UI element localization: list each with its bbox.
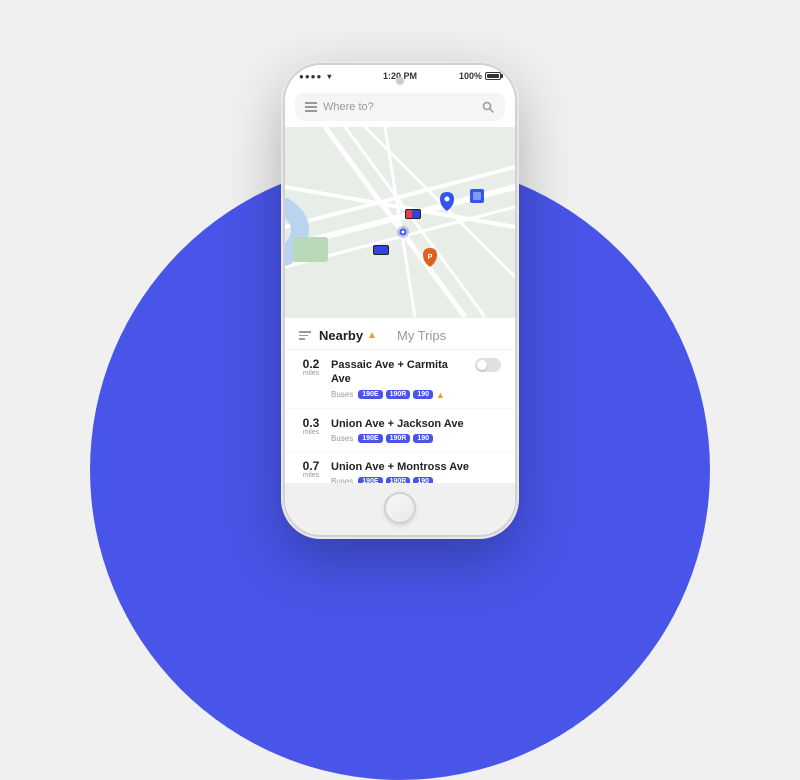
toggle-knob-1 (477, 360, 487, 370)
filter-line-1 (299, 331, 311, 333)
home-button-wrapper (285, 483, 515, 535)
phone-frame: ●●●● ▾ 1:20 PM 100% (285, 65, 515, 535)
stop-alert-icon-1: ▲ (436, 390, 445, 400)
route-type-1: Buses (331, 390, 353, 399)
nearby-alert-icon: ▲ (367, 330, 377, 341)
filter-icon[interactable] (299, 331, 311, 340)
battery-icon (485, 72, 501, 80)
status-bar: ●●●● ▾ 1:20 PM 100% (285, 65, 515, 87)
status-signal: ●●●● ▾ (299, 72, 331, 81)
dist-number-2: 0.3 (299, 417, 323, 429)
search-bar-container: Where to? (285, 87, 515, 127)
dist-unit-3: miles (299, 472, 323, 479)
stop-item[interactable]: 0.2 miles Passaic Ave + Carmita Ave Buse… (285, 350, 515, 409)
route-badge-2a: 190E (358, 434, 382, 443)
stop-routes-2: Buses 190E 190R 190 (331, 434, 501, 443)
dist-unit-2: miles (299, 429, 323, 436)
wifi-icon: ▾ (327, 72, 331, 81)
bottom-panel: Nearby ▲ My Trips 0.2 miles Passaic Ave … (285, 317, 515, 495)
stop-toggle-1[interactable] (475, 358, 501, 372)
stop-name-2: Union Ave + Jackson Ave (331, 417, 501, 431)
stop-distance-1: 0.2 miles (299, 358, 323, 377)
signal-text: ●●●● (299, 72, 322, 81)
search-bar[interactable]: Where to? (295, 93, 505, 121)
route-badge-1b: 190R (386, 390, 411, 399)
filter-line-2 (299, 335, 308, 337)
route-badge-1c: 190 (413, 390, 433, 399)
stop-name-3: Union Ave + Montross Ave (331, 460, 501, 474)
stop-info-1: Passaic Ave + Carmita Ave Buses 190E 190… (331, 358, 467, 400)
tab-mytrips[interactable]: My Trips (397, 328, 446, 343)
stop-name-1: Passaic Ave + Carmita Ave (331, 358, 467, 387)
dist-number-1: 0.2 (299, 358, 323, 370)
svg-text:P: P (428, 254, 433, 261)
route-badge-1a: 190E (358, 390, 382, 399)
stop-info-2: Union Ave + Jackson Ave Buses 190E 190R … (331, 417, 501, 443)
hamburger-line-2 (305, 106, 317, 108)
tab-nearby[interactable]: Nearby (319, 328, 363, 343)
stop-distance-3: 0.7 miles (299, 460, 323, 479)
status-battery: 100% (459, 71, 501, 81)
hamburger-icon[interactable] (305, 102, 317, 112)
filter-line-3 (299, 338, 305, 340)
route-badge-2c: 190 (413, 434, 433, 443)
stop-routes-1: Buses 190E 190R 190 ▲ (331, 390, 467, 400)
dist-unit-1: miles (299, 370, 323, 377)
home-button[interactable] (384, 492, 416, 524)
tabs-bar: Nearby ▲ My Trips (285, 318, 515, 350)
stop-distance-2: 0.3 miles (299, 417, 323, 436)
hamburger-line-1 (305, 102, 317, 104)
map-area[interactable]: P (285, 127, 515, 317)
route-badge-2b: 190R (386, 434, 411, 443)
dist-number-3: 0.7 (299, 460, 323, 472)
battery-fill (487, 74, 499, 78)
search-placeholder[interactable]: Where to? (323, 101, 475, 113)
phone-screen: ●●●● ▾ 1:20 PM 100% (285, 65, 515, 535)
stop-list: 0.2 miles Passaic Ave + Carmita Ave Buse… (285, 350, 515, 495)
route-type-2: Buses (331, 434, 353, 443)
phone-device: ●●●● ▾ 1:20 PM 100% (285, 65, 515, 535)
status-time: 1:20 PM (383, 71, 417, 81)
search-icon[interactable] (481, 100, 495, 114)
stop-item-2[interactable]: 0.3 miles Union Ave + Jackson Ave Buses … (285, 409, 515, 452)
hamburger-line-3 (305, 110, 317, 112)
battery-text: 100% (459, 71, 482, 81)
